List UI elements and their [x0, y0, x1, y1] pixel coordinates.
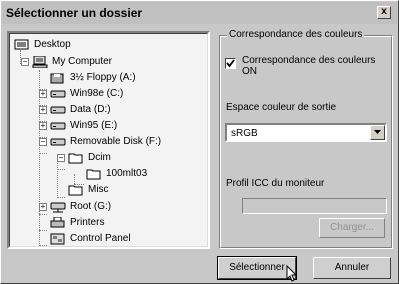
expand-toggle[interactable]: + [39, 106, 47, 114]
drive-icon [50, 90, 66, 98]
title-bar: Sélectionner un dossier x [2, 2, 397, 24]
expand-toggle[interactable]: + [39, 203, 47, 211]
collapse-toggle[interactable]: − [57, 154, 65, 162]
tree-item-label: Misc [88, 184, 109, 195]
load-button: Charger... [319, 218, 385, 238]
tree-line [39, 153, 47, 154]
tree-line [57, 169, 65, 170]
collapse-toggle[interactable]: − [21, 58, 29, 66]
drive-icon [50, 122, 66, 130]
tree-item-label: My Computer [52, 56, 113, 67]
close-button[interactable]: x [377, 6, 391, 19]
icc-profile-field [242, 198, 387, 214]
check-icon [226, 59, 235, 68]
folder-open-icon [68, 153, 83, 164]
icc-profile-label: Profil ICC du moniteur [226, 178, 325, 189]
tree-item-label: Control Panel [70, 233, 131, 244]
control-panel-icon [50, 233, 65, 245]
drive-icon [50, 106, 66, 114]
output-color-space-label: Espace couleur de sortie [226, 102, 337, 113]
tree-line [57, 197, 65, 198]
folder-icon [68, 185, 83, 196]
color-matching-group: Correspondance des couleurs Correspondan… [219, 29, 393, 249]
color-matching-checkbox[interactable] [225, 58, 236, 69]
folder-tree-border: Desktop − My Computer 3½ Floppy (A:) + W… [9, 33, 208, 247]
folder-tree[interactable]: Desktop − My Computer 3½ Floppy (A:) + W… [7, 31, 210, 249]
selected-color-space: sRGB [231, 128, 258, 139]
printer-icon [50, 217, 65, 228]
network-drive-icon [50, 202, 66, 213]
computer-icon [32, 56, 48, 68]
tree-item-label: Removable Disk (F:) [70, 136, 162, 147]
tree-line [39, 230, 47, 231]
tree-line [57, 158, 58, 198]
dialog-window: Sélectionner un dossier x Desktop − My C… [0, 0, 399, 284]
desktop-icon [14, 39, 29, 50]
collapse-toggle[interactable]: − [39, 138, 47, 146]
cancel-button[interactable]: Annuler [313, 257, 391, 279]
expand-toggle[interactable]: + [39, 122, 47, 130]
tree-item-label: 3½ Floppy (A:) [70, 72, 136, 83]
drive-icon [50, 138, 66, 146]
tree-line [74, 174, 75, 184]
color-matching-label[interactable]: Correspondance des couleurs ON [242, 55, 382, 77]
tree-line [39, 214, 47, 215]
floppy-icon [50, 73, 64, 84]
output-color-space-select[interactable]: sRGB [225, 123, 387, 142]
tree-item-label: Win98e (C:) [70, 88, 124, 99]
tree-item-label: Printers [70, 217, 105, 228]
expand-toggle[interactable]: + [39, 90, 47, 98]
tree-line [39, 245, 47, 246]
dropdown-button[interactable] [370, 125, 385, 140]
tree-item-label: 100mlt03 [106, 168, 148, 179]
group-title: Correspondance des couleurs [227, 29, 365, 40]
chevron-down-icon [374, 130, 381, 134]
select-button[interactable]: Sélectionner [217, 256, 297, 280]
folder-icon [86, 169, 101, 180]
tree-item-label: Dcim [88, 152, 111, 163]
dialog-title: Sélectionner un dossier [6, 6, 143, 20]
tree-item-label: Win95 (E:) [70, 120, 118, 131]
mouse-cursor-icon [286, 265, 298, 282]
tree-item-label: Desktop [34, 39, 71, 50]
tree-item-label: Data (D:) [70, 104, 111, 115]
tree-item-label: Root (G:) [70, 201, 112, 212]
